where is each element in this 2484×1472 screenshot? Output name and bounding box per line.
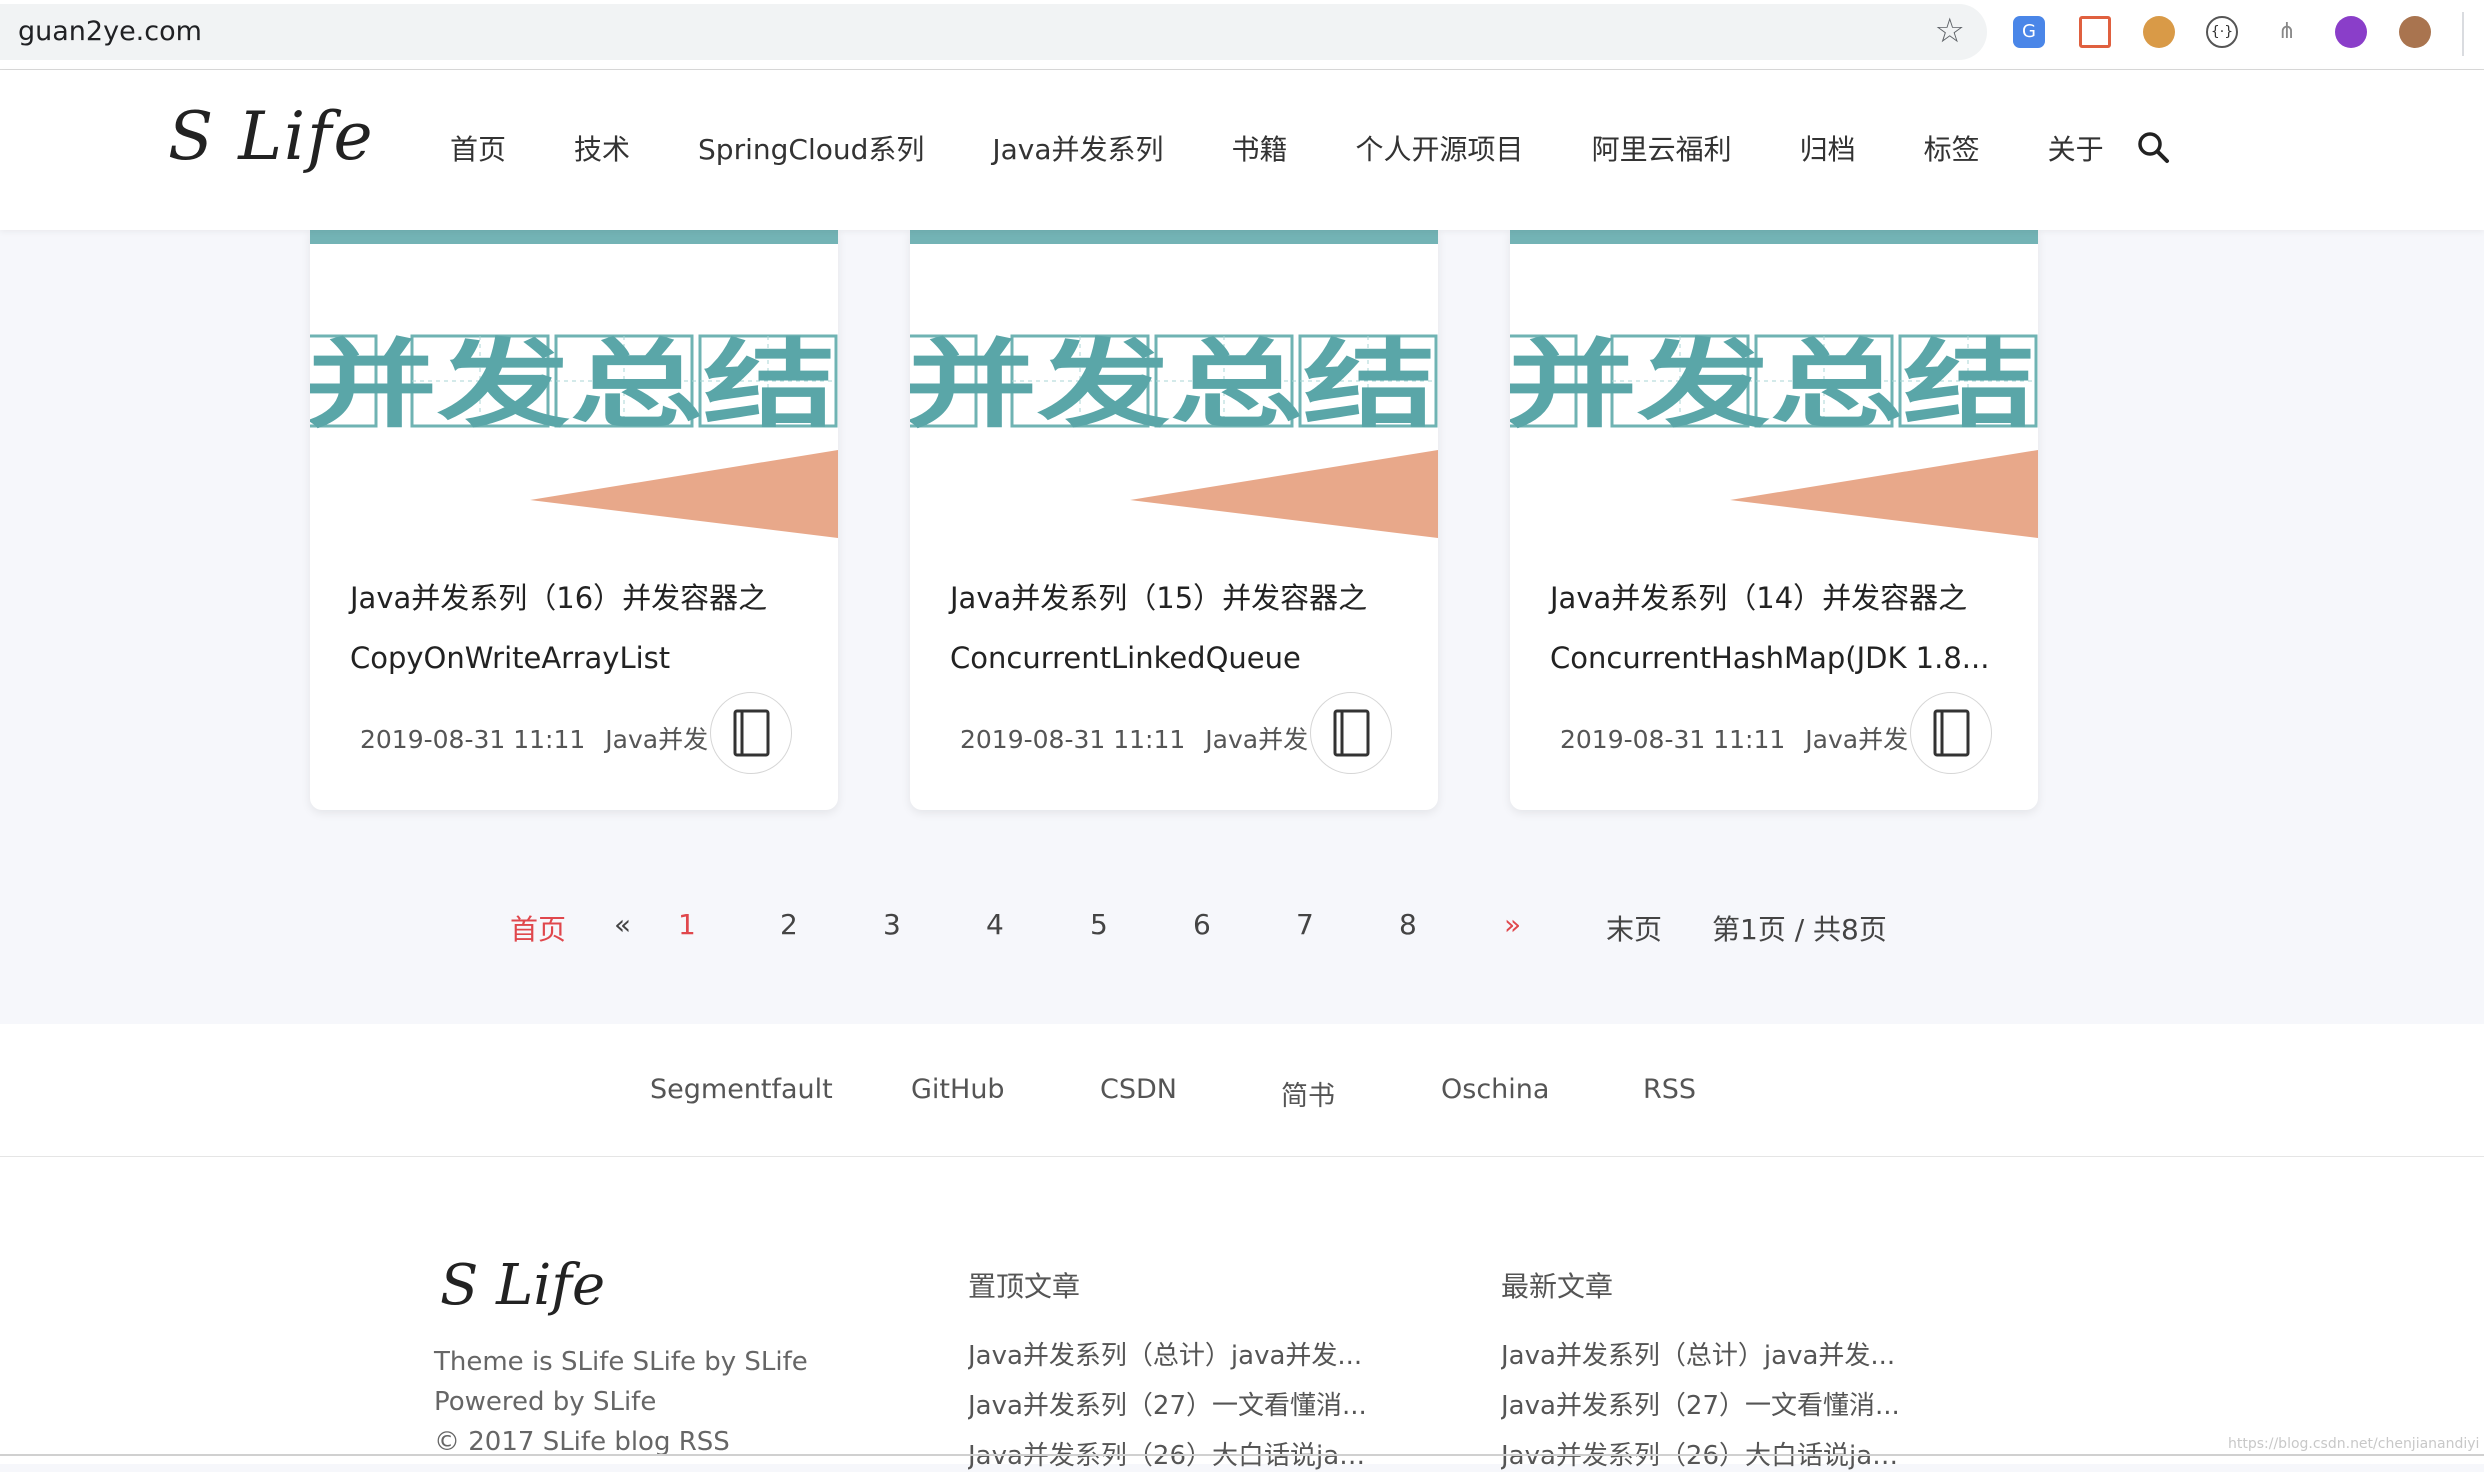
- post-date: 2019-08-31 11:11: [1560, 725, 1786, 754]
- post-date: 2019-08-31 11:11: [960, 725, 1186, 754]
- page-8[interactable]: 8: [1399, 908, 1417, 941]
- nav-open-source[interactable]: 个人开源项目: [1356, 128, 1524, 168]
- main-nav: 首页 技术 SpringCloud系列 Java并发系列 书籍 个人开源项目 阿…: [450, 128, 2172, 168]
- watermark: https://blog.csdn.net/chenjianandiyi: [2228, 1436, 2480, 1452]
- link-segmentfault[interactable]: Segmentfault: [650, 1074, 833, 1105]
- nav-tech[interactable]: 技术: [574, 128, 630, 168]
- nav-about[interactable]: 关于: [2048, 128, 2104, 168]
- post-date: 2019-08-31 11:11: [360, 725, 586, 754]
- link-jianshu[interactable]: 简书: [1281, 1074, 1335, 1113]
- post-title-line2[interactable]: ConcurrentHashMap(JDK 1.8...: [1550, 628, 2010, 688]
- link-csdn[interactable]: CSDN: [1100, 1074, 1177, 1105]
- url-text[interactable]: guan2ye.com: [18, 16, 202, 47]
- page-6[interactable]: 6: [1193, 908, 1211, 941]
- page-7[interactable]: 7: [1296, 908, 1314, 941]
- footer-powered: Powered by SLife: [434, 1387, 657, 1417]
- nav-java-concurrency[interactable]: Java并发系列: [992, 128, 1163, 168]
- post-meta: 2019-08-31 11:11 Java并发: [960, 720, 1308, 756]
- nav-tags[interactable]: 标签: [1924, 128, 1980, 168]
- pinned-link[interactable]: Java并发系列（27）一文看懂消...: [968, 1385, 1368, 1422]
- nav-archive[interactable]: 归档: [1800, 128, 1856, 168]
- qr-code-icon[interactable]: [2079, 16, 2111, 48]
- post-card[interactable]: 并发总结 Java并发系列（16）并发容器之 CopyOnWriteArrayL…: [310, 230, 838, 810]
- footer-copyright: © 2017 SLife blog RSS: [434, 1427, 730, 1457]
- google-translate-icon[interactable]: G: [2013, 16, 2045, 48]
- post-category[interactable]: Java并发: [605, 725, 708, 754]
- footer-theme: Theme is SLife SLife by SLife: [434, 1347, 808, 1377]
- post-title-line2[interactable]: CopyOnWriteArrayList: [350, 628, 810, 688]
- link-github[interactable]: GitHub: [911, 1074, 1005, 1105]
- pinned-link[interactable]: Java并发系列（总计）java并发...: [968, 1335, 1368, 1372]
- latest-heading: 最新文章: [1501, 1270, 1614, 1303]
- site-footer: S Life Theme is SLife SLife by SLife Pow…: [0, 1157, 2484, 1471]
- latest-link[interactable]: Java并发系列（27）一文看懂消...: [1501, 1385, 1901, 1422]
- nav-aliyun[interactable]: 阿里云福利: [1592, 128, 1732, 168]
- post-title-line1[interactable]: Java并发系列（15）并发容器之: [950, 581, 1367, 615]
- latest-link[interactable]: Java并发系列（总计）java并发...: [1501, 1335, 1901, 1372]
- json-icon[interactable]: {·}: [2206, 16, 2238, 48]
- post-title-line1[interactable]: Java并发系列（14）并发容器之: [1550, 581, 1967, 615]
- page-1[interactable]: 1: [678, 908, 696, 941]
- post-cover-image[interactable]: 并发总结: [310, 230, 838, 538]
- address-bar[interactable]: guan2ye.com ☆: [0, 4, 1987, 60]
- browser-toolbar: guan2ye.com ☆ G {·} ⋔: [0, 0, 2484, 70]
- nav-springcloud[interactable]: SpringCloud系列: [698, 128, 924, 168]
- monkey-icon[interactable]: [2399, 16, 2431, 48]
- nav-home[interactable]: 首页: [450, 128, 506, 168]
- post-category[interactable]: Java并发: [1805, 725, 1908, 754]
- post-category[interactable]: Java并发: [1205, 725, 1308, 754]
- toolbar-divider: [2462, 12, 2464, 56]
- page-last[interactable]: 末页: [1606, 908, 1662, 948]
- post-title[interactable]: Java并发系列（14）并发容器之 ConcurrentHashMap(JDK …: [1550, 568, 2010, 688]
- page-3[interactable]: 3: [883, 908, 901, 941]
- post-meta: 2019-08-31 11:11 Java并发: [360, 720, 708, 756]
- nav-books[interactable]: 书籍: [1232, 128, 1288, 168]
- bookmark-star-icon[interactable]: ☆: [1935, 13, 1965, 49]
- sitemap-icon[interactable]: ⋔: [2271, 16, 2303, 48]
- post-title-line2[interactable]: ConcurrentLinkedQueue: [950, 628, 1410, 688]
- cover-calligraphy: 并发总结: [1510, 328, 2036, 441]
- link-oschina[interactable]: Oschina: [1441, 1074, 1549, 1105]
- social-links: Segmentfault GitHub CSDN 简书 Oschina RSS: [0, 1024, 2484, 1157]
- page-2[interactable]: 2: [780, 908, 798, 941]
- read-more-button[interactable]: [710, 692, 792, 774]
- page-4[interactable]: 4: [986, 908, 1004, 941]
- post-cover-image[interactable]: 并发总结: [910, 230, 1438, 538]
- post-card[interactable]: 并发总结 Java并发系列（14）并发容器之 ConcurrentHashMap…: [1510, 230, 2038, 810]
- footer-logo: S Life: [440, 1253, 606, 1318]
- cover-calligraphy: 并发总结: [910, 328, 1436, 441]
- book-icon: [1933, 709, 1970, 757]
- post-title[interactable]: Java并发系列（15）并发容器之 ConcurrentLinkedQueue: [950, 568, 1410, 688]
- read-more-button[interactable]: [1310, 692, 1392, 774]
- pinned-heading: 置顶文章: [968, 1270, 1081, 1303]
- page-prev[interactable]: «: [614, 908, 631, 941]
- book-icon: [1333, 709, 1370, 757]
- read-more-button[interactable]: [1910, 692, 1992, 774]
- page-summary: 第1页 / 共8页: [1712, 913, 1887, 946]
- search-icon[interactable]: [2136, 130, 2170, 164]
- cover-calligraphy: 并发总结: [310, 328, 836, 441]
- page-next[interactable]: »: [1504, 908, 1521, 941]
- post-meta: 2019-08-31 11:11 Java并发: [1560, 720, 1908, 756]
- post-title[interactable]: Java并发系列（16）并发容器之 CopyOnWriteArrayList: [350, 568, 810, 688]
- post-title-line1[interactable]: Java并发系列（16）并发容器之: [350, 581, 767, 615]
- book-icon: [733, 709, 770, 757]
- page-5[interactable]: 5: [1090, 908, 1108, 941]
- post-cover-image[interactable]: 并发总结: [1510, 230, 2038, 538]
- window-bottom-edge: [0, 1454, 2484, 1456]
- link-rss[interactable]: RSS: [1643, 1074, 1696, 1105]
- site-logo[interactable]: S Life: [168, 98, 375, 175]
- site-header: S Life 首页 技术 SpringCloud系列 Java并发系列 书籍 个…: [0, 70, 2484, 230]
- post-card[interactable]: 并发总结 Java并发系列（15）并发容器之 ConcurrentLinkedQ…: [910, 230, 1438, 810]
- page-first[interactable]: 首页: [510, 908, 566, 948]
- cookie-icon[interactable]: [2143, 16, 2175, 48]
- purple-extension-icon[interactable]: [2335, 16, 2367, 48]
